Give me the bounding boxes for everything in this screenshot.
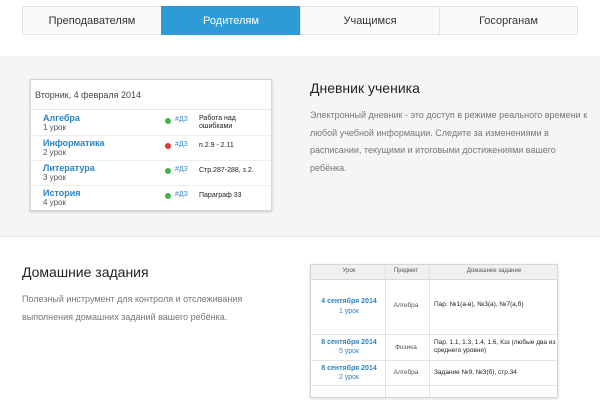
homework-title: Домашние задания xyxy=(22,264,149,280)
diary-task: Параграф 33 xyxy=(199,192,242,199)
hw-lesson[interactable]: 5 урок xyxy=(315,348,383,355)
header-homework: Домашнее задание xyxy=(466,268,522,274)
audience-tabs-bar: Преподавателям Родителям Учащимся Госорг… xyxy=(0,0,600,57)
hw-task: Пар. №1(а-в), №3(а), №7(а,б) xyxy=(434,301,524,308)
table-row: 8 сентября 2014 5 урок Физика Пар. 1.1, … xyxy=(311,335,557,361)
homework-table: Урок Предмет Домашнее задание 4 сентября… xyxy=(310,264,558,398)
homework-tag[interactable]: #ДЗ xyxy=(175,141,188,148)
homework-tag[interactable]: #ДЗ xyxy=(175,191,188,198)
diary-row: Информатика 2 урок #ДЗ п.2.9 - 2.11 xyxy=(31,135,271,161)
diary-lesson: 4 урок xyxy=(43,198,66,207)
diary-row: Алгебра 1 урок #ДЗ Работа над ошибками xyxy=(31,110,271,136)
status-dot-icon xyxy=(165,168,171,174)
diary-description: Электронный дневник - это доступ в режим… xyxy=(310,110,588,173)
header-subject: Предмет xyxy=(393,268,419,274)
diary-lesson: 1 урок xyxy=(43,123,66,132)
diary-subject[interactable]: История xyxy=(43,188,81,198)
hw-subject: Алгебра xyxy=(393,302,419,309)
tab-teachers[interactable]: Преподавателям xyxy=(22,6,161,35)
diary-date: Вторник, 4 февраля 2014 xyxy=(31,80,271,110)
homework-tag[interactable]: #ДЗ xyxy=(175,166,188,173)
status-dot-icon xyxy=(165,193,171,199)
hw-task: Пар. 1.1, 1.3, 1.4, 1.6, Кзз (любые два … xyxy=(434,339,556,354)
hw-date[interactable]: 8 сентября 2014 xyxy=(315,339,383,346)
diary-title: Дневник ученика xyxy=(310,80,420,96)
diary-subject[interactable]: Алгебра xyxy=(43,113,80,123)
header-lesson: Урок xyxy=(342,268,356,274)
status-dot-icon xyxy=(165,143,171,149)
hw-task: Задание №9, №3(б), стр.34 xyxy=(434,369,517,376)
audience-tabs: Преподавателям Родителям Учащимся Госорг… xyxy=(22,6,578,36)
homework-table-header: Урок Предмет Домашнее задание xyxy=(311,265,557,280)
diary-subject[interactable]: Литература xyxy=(43,163,95,173)
hw-subject: Алгебра xyxy=(393,369,419,376)
diary-widget: Вторник, 4 февраля 2014 Алгебра 1 урок #… xyxy=(30,79,272,211)
diary-lesson: 3 урок xyxy=(43,173,66,182)
diary-task: Стр.287-288, з.2. xyxy=(199,167,254,174)
hw-subject: Физика xyxy=(395,344,417,351)
table-row: 4 сентября 2014 1 урок Алгебра Пар. №1(а… xyxy=(311,280,557,335)
tab-students[interactable]: Учащимся xyxy=(300,6,439,35)
tab-government[interactable]: Госорганам xyxy=(439,6,578,35)
hw-date[interactable]: 4 сентября 2014 xyxy=(315,298,383,305)
homework-tag[interactable]: #ДЗ xyxy=(175,116,188,123)
diary-row: История 4 урок #ДЗ Параграф 33 xyxy=(31,185,271,210)
diary-lesson: 2 урок xyxy=(43,148,66,157)
diary-task: Работа над ошибками xyxy=(199,115,236,130)
diary-subject[interactable]: Информатика xyxy=(43,138,105,148)
hw-date[interactable]: 8 сентября 2014 xyxy=(315,365,383,372)
hw-lesson[interactable]: 1 урок xyxy=(315,308,383,315)
tab-parents[interactable]: Родителям xyxy=(161,6,300,35)
status-dot-icon xyxy=(165,118,171,124)
hw-lesson[interactable]: 2 урок xyxy=(315,374,383,381)
diary-task: п.2.9 - 2.11 xyxy=(199,142,234,149)
table-row: 8 сентября 2014 2 урок Алгебра Задание №… xyxy=(311,361,557,386)
diary-row: Литература 3 урок #ДЗ Стр.287-288, з.2. xyxy=(31,160,271,186)
homework-description: Полезный инструмент для контроля и отсле… xyxy=(22,294,243,322)
